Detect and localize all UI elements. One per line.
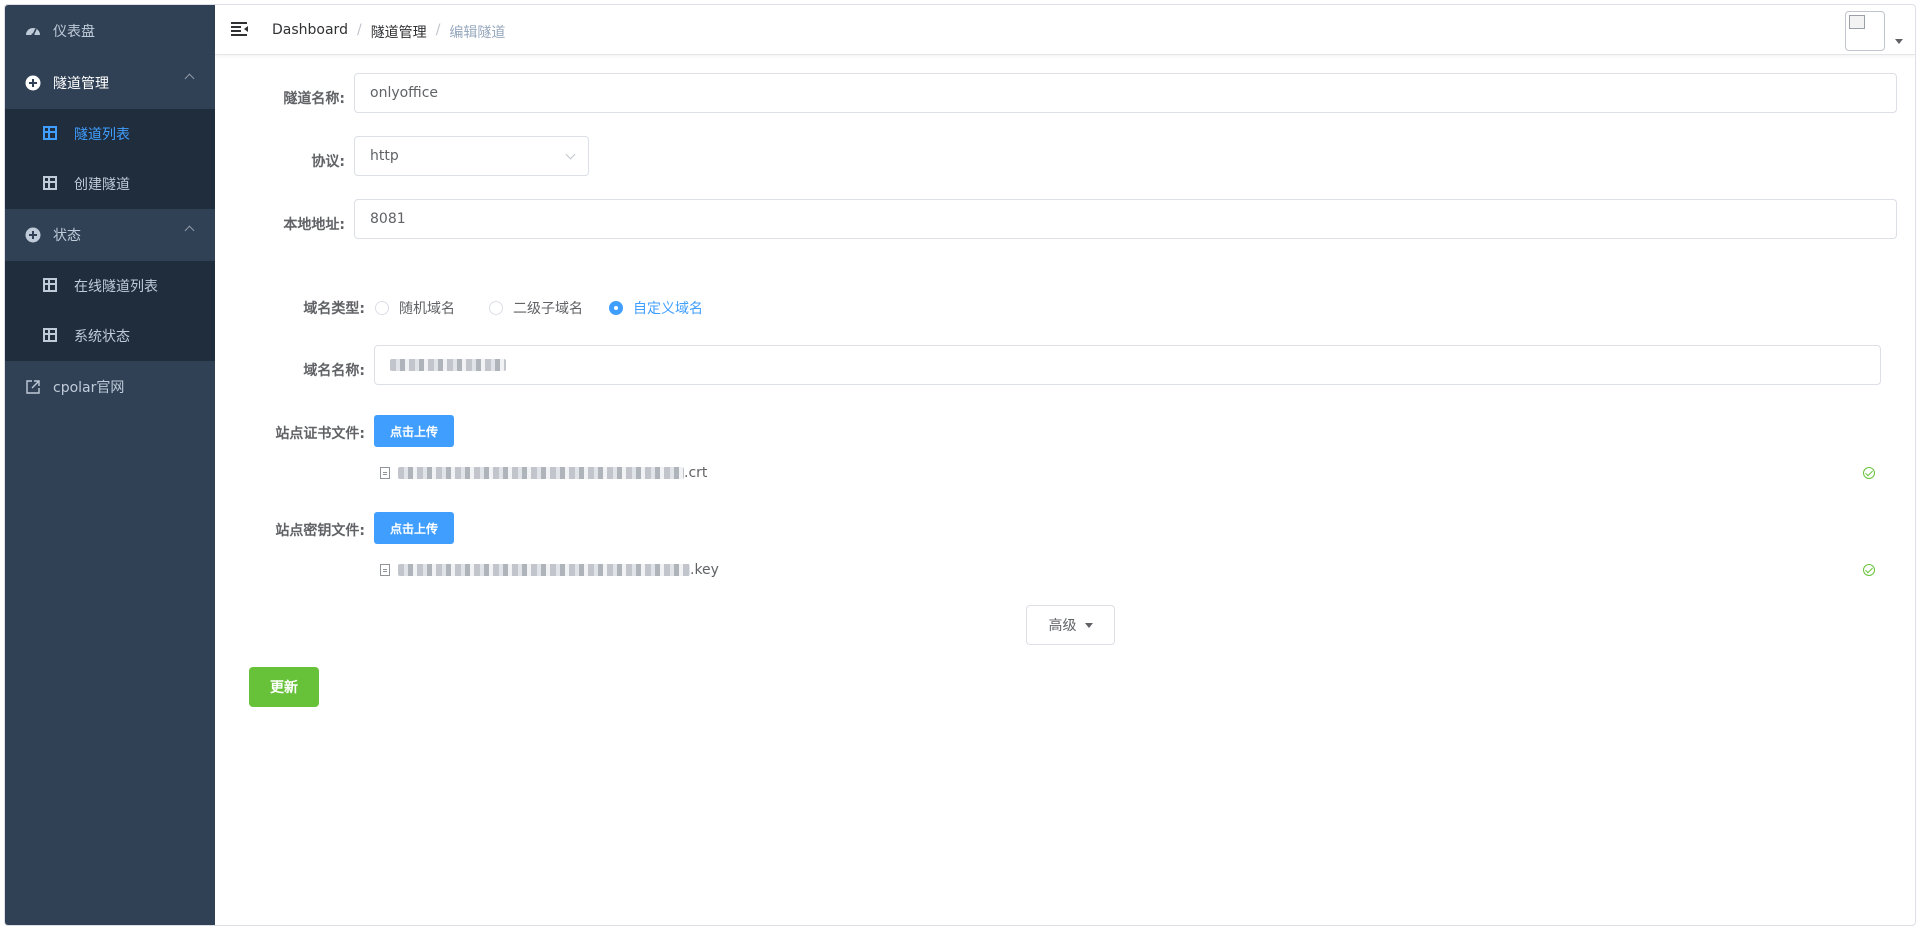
radio-circle	[489, 301, 503, 315]
sidebar-item-online-tunnels[interactable]: 在线隧道列表	[5, 261, 215, 311]
protocol-value: http	[370, 148, 399, 164]
dashboard-icon	[25, 23, 41, 39]
sidebar-item-label: 隧道列表	[74, 127, 130, 143]
local-address-label: 本地地址:	[283, 217, 345, 233]
grid-icon	[43, 278, 59, 294]
cert-file-label: 站点证书文件:	[275, 426, 365, 442]
radio-subdomain[interactable]: 二级子域名	[489, 298, 583, 318]
caret-down-icon[interactable]	[1895, 39, 1903, 44]
cert-file-extension: .crt	[684, 465, 708, 481]
chevron-up-icon	[184, 73, 195, 84]
breadcrumb: Dashboard / 隧道管理 / 编辑隧道	[272, 22, 505, 42]
sidebar-item-label: 仪表盘	[53, 24, 95, 40]
advanced-button[interactable]: 高级	[1026, 605, 1115, 645]
plus-circle-icon	[25, 227, 41, 243]
tunnel-name-label: 隧道名称:	[283, 91, 345, 107]
grid-icon	[43, 328, 59, 344]
local-address-value: 8081	[370, 211, 406, 227]
tunnel-name-input[interactable]: onlyoffice	[354, 73, 1897, 113]
external-link-icon	[25, 379, 41, 395]
caret-down-icon	[1084, 622, 1093, 628]
radio-circle	[375, 301, 389, 315]
key-file-label: 站点密钥文件:	[275, 523, 365, 539]
sidebar-item-label: 在线隧道列表	[74, 279, 158, 295]
breadcrumb-tunnel-management[interactable]: 隧道管理	[371, 22, 427, 42]
breadcrumb-dashboard[interactable]: Dashboard	[272, 22, 348, 42]
radio-label: 二级子域名	[513, 301, 583, 317]
sidebar-item-system-status[interactable]: 系统状态	[5, 311, 215, 361]
advanced-label: 高级	[1048, 617, 1077, 633]
document-icon	[380, 467, 390, 479]
sidebar-item-website[interactable]: cpolar官网	[5, 361, 215, 413]
sidebar: 仪表盘 隧道管理 隧道列表 创建隧道 状态 在线隧道列表 系统状态 cpolar…	[5, 5, 215, 925]
navbar: Dashboard / 隧道管理 / 编辑隧道	[215, 5, 1915, 55]
redacted-filename	[398, 467, 684, 479]
domain-name-input[interactable]	[374, 345, 1881, 385]
key-file-item[interactable]: .key	[380, 557, 1875, 583]
key-file-extension: .key	[690, 562, 719, 578]
hamburger-icon[interactable]	[231, 21, 249, 37]
status-submenu: 在线隧道列表 系统状态	[5, 261, 215, 361]
sidebar-item-label: 创建隧道	[74, 177, 130, 193]
chevron-down-icon	[565, 149, 576, 160]
breadcrumb-current: 编辑隧道	[449, 25, 506, 41]
avatar[interactable]	[1845, 11, 1885, 51]
app-frame: 仪表盘 隧道管理 隧道列表 创建隧道 状态 在线隧道列表 系统状态 cpolar…	[4, 4, 1916, 926]
local-address-input[interactable]: 8081	[354, 199, 1897, 239]
radio-circle	[609, 301, 623, 315]
sidebar-item-status[interactable]: 状态	[5, 209, 215, 261]
grid-icon	[43, 126, 59, 142]
sidebar-item-label: 状态	[53, 228, 81, 244]
radio-label: 自定义域名	[633, 301, 703, 317]
radio-custom-domain[interactable]: 自定义域名	[609, 298, 703, 318]
protocol-select[interactable]: http	[354, 136, 589, 176]
tunnel-name-value: onlyoffice	[370, 85, 439, 101]
update-button[interactable]: 更新	[249, 667, 319, 707]
sidebar-item-create-tunnel[interactable]: 创建隧道	[5, 159, 215, 209]
chevron-up-icon	[184, 225, 195, 236]
cert-file-item[interactable]: .crt	[380, 460, 1875, 486]
radio-random-domain[interactable]: 随机域名	[375, 298, 455, 318]
cert-upload-button[interactable]: 点击上传	[374, 415, 454, 447]
domain-name-label: 域名名称:	[303, 363, 365, 379]
grid-icon	[43, 176, 59, 192]
sidebar-item-label: cpolar官网	[53, 380, 125, 396]
tunnel-submenu: 隧道列表 创建隧道	[5, 109, 215, 209]
domain-type-label: 域名类型:	[303, 301, 365, 317]
sidebar-item-tunnel-list[interactable]: 隧道列表	[5, 109, 215, 159]
check-circle-icon	[1863, 467, 1875, 479]
sidebar-item-label: 隧道管理	[53, 76, 109, 92]
sidebar-item-dashboard[interactable]: 仪表盘	[5, 5, 215, 57]
protocol-label: 协议:	[311, 154, 345, 170]
sidebar-item-label: 系统状态	[74, 329, 130, 345]
breadcrumb-separator: /	[356, 22, 362, 38]
redacted-domain	[390, 359, 506, 371]
redacted-filename	[398, 564, 690, 576]
sidebar-item-tunnel-management[interactable]: 隧道管理	[5, 57, 215, 109]
check-circle-icon	[1863, 564, 1875, 576]
document-icon	[380, 564, 390, 576]
plus-circle-icon	[25, 75, 41, 91]
key-upload-button[interactable]: 点击上传	[374, 512, 454, 544]
breadcrumb-separator: /	[435, 22, 441, 38]
radio-label: 随机域名	[399, 301, 455, 317]
